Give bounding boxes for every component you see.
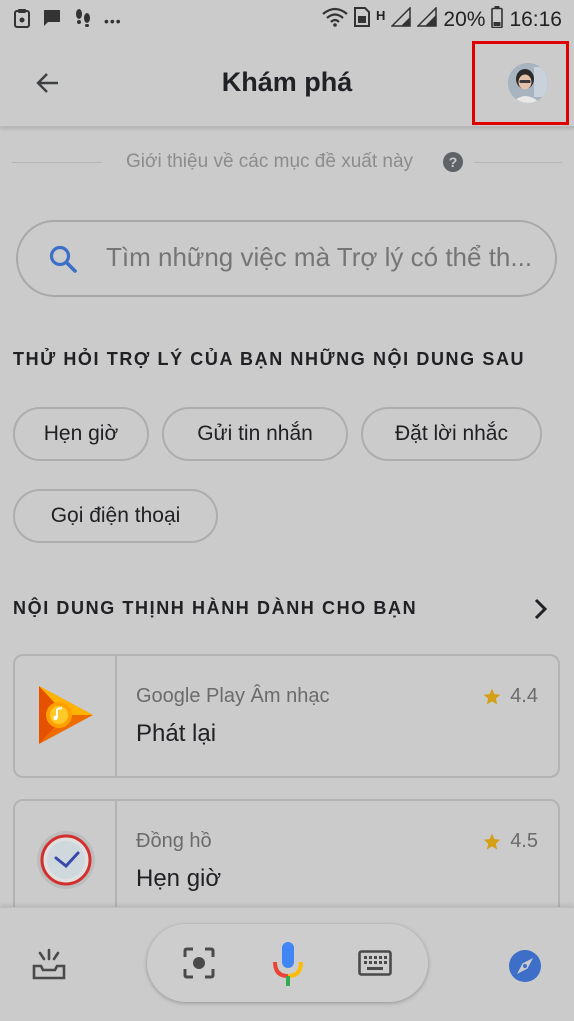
message-notification-icon	[42, 8, 62, 33]
clipboard-notification-icon	[14, 8, 30, 33]
rating-value: 4.5	[510, 830, 538, 852]
card-rating: 4.5	[482, 830, 538, 853]
chip-timer[interactable]: Hẹn giờ	[13, 407, 149, 461]
intro-row: Giới thiệu về các mục đề xuất này ?	[12, 150, 562, 176]
card-source: Đồng hồ	[136, 830, 212, 852]
app-bar: Khám phá	[0, 40, 574, 127]
card-title: Phát lại	[136, 720, 217, 747]
search-box[interactable]	[16, 220, 557, 297]
card-divider	[115, 801, 117, 921]
assistant-pill	[147, 924, 428, 1002]
intro-divider-left	[12, 162, 102, 163]
explore-compass-icon	[509, 950, 541, 982]
keyboard-icon	[358, 950, 392, 976]
star-icon	[483, 688, 501, 704]
intro-divider-right	[474, 162, 562, 163]
battery-icon	[491, 6, 504, 34]
chip-set-reminder[interactable]: Đặt lời nhắc	[361, 407, 542, 461]
keyboard-button[interactable]	[355, 946, 395, 980]
updates-button[interactable]	[28, 946, 70, 982]
battery-percent: 20%	[443, 8, 486, 31]
footsteps-notification-icon	[74, 8, 92, 33]
clock-time: 16:16	[509, 8, 562, 31]
rating-value: 4.4	[510, 685, 538, 707]
more-notifications-icon: •••	[104, 12, 122, 29]
trending-card-clock[interactable]: Đồng hồ Hẹn giờ 4.5	[13, 799, 560, 923]
wifi-icon	[322, 7, 348, 33]
sim-card-icon	[354, 7, 371, 33]
avatar-photo	[508, 63, 548, 103]
explore-button[interactable]	[505, 946, 545, 986]
signal-strength-icon-2	[416, 6, 438, 33]
status-bar-system: H 20% 16:16	[322, 6, 562, 34]
trending-card-music[interactable]: Google Play Âm nhạc Phát lại 4.4	[13, 654, 560, 778]
chip-send-message[interactable]: Gửi tin nhắn	[162, 407, 348, 461]
clock-app-icon	[35, 827, 97, 893]
trending-section-header: NỘI DUNG THỊNH HÀNH DÀNH CHO BẠN	[13, 598, 418, 618]
bottom-bar	[0, 907, 574, 1021]
star-icon	[483, 833, 501, 849]
search-input[interactable]	[106, 242, 550, 273]
help-icon[interactable]: ?	[443, 152, 463, 172]
lens-button[interactable]	[179, 944, 219, 982]
card-source: Google Play Âm nhạc	[136, 685, 330, 707]
chip-make-call[interactable]: Gọi điện thoại	[13, 489, 218, 543]
search-icon	[48, 244, 78, 279]
chevron-right-icon[interactable]	[533, 598, 549, 625]
updates-icon	[32, 948, 66, 980]
network-type-label: H	[376, 7, 386, 23]
try-section-header: THỬ HỎI TRỢ LÝ CỦA BẠN NHỮNG NỘI DUNG SA…	[13, 349, 526, 369]
intro-link[interactable]: Giới thiệu về các mục đề xuất này	[126, 151, 413, 173]
card-rating: 4.4	[482, 685, 538, 708]
status-bar: ••• H 20% 16:16	[0, 0, 574, 40]
mic-icon	[273, 942, 303, 986]
signal-strength-icon-1	[390, 6, 412, 33]
mic-button[interactable]	[267, 938, 309, 990]
account-highlight-box	[472, 41, 569, 125]
card-divider	[115, 656, 117, 776]
card-title: Hẹn giờ	[136, 865, 222, 892]
account-avatar-button[interactable]	[508, 63, 548, 103]
lens-icon	[183, 947, 215, 979]
status-bar-notifications: •••	[14, 8, 122, 33]
google-play-music-icon	[35, 682, 97, 748]
